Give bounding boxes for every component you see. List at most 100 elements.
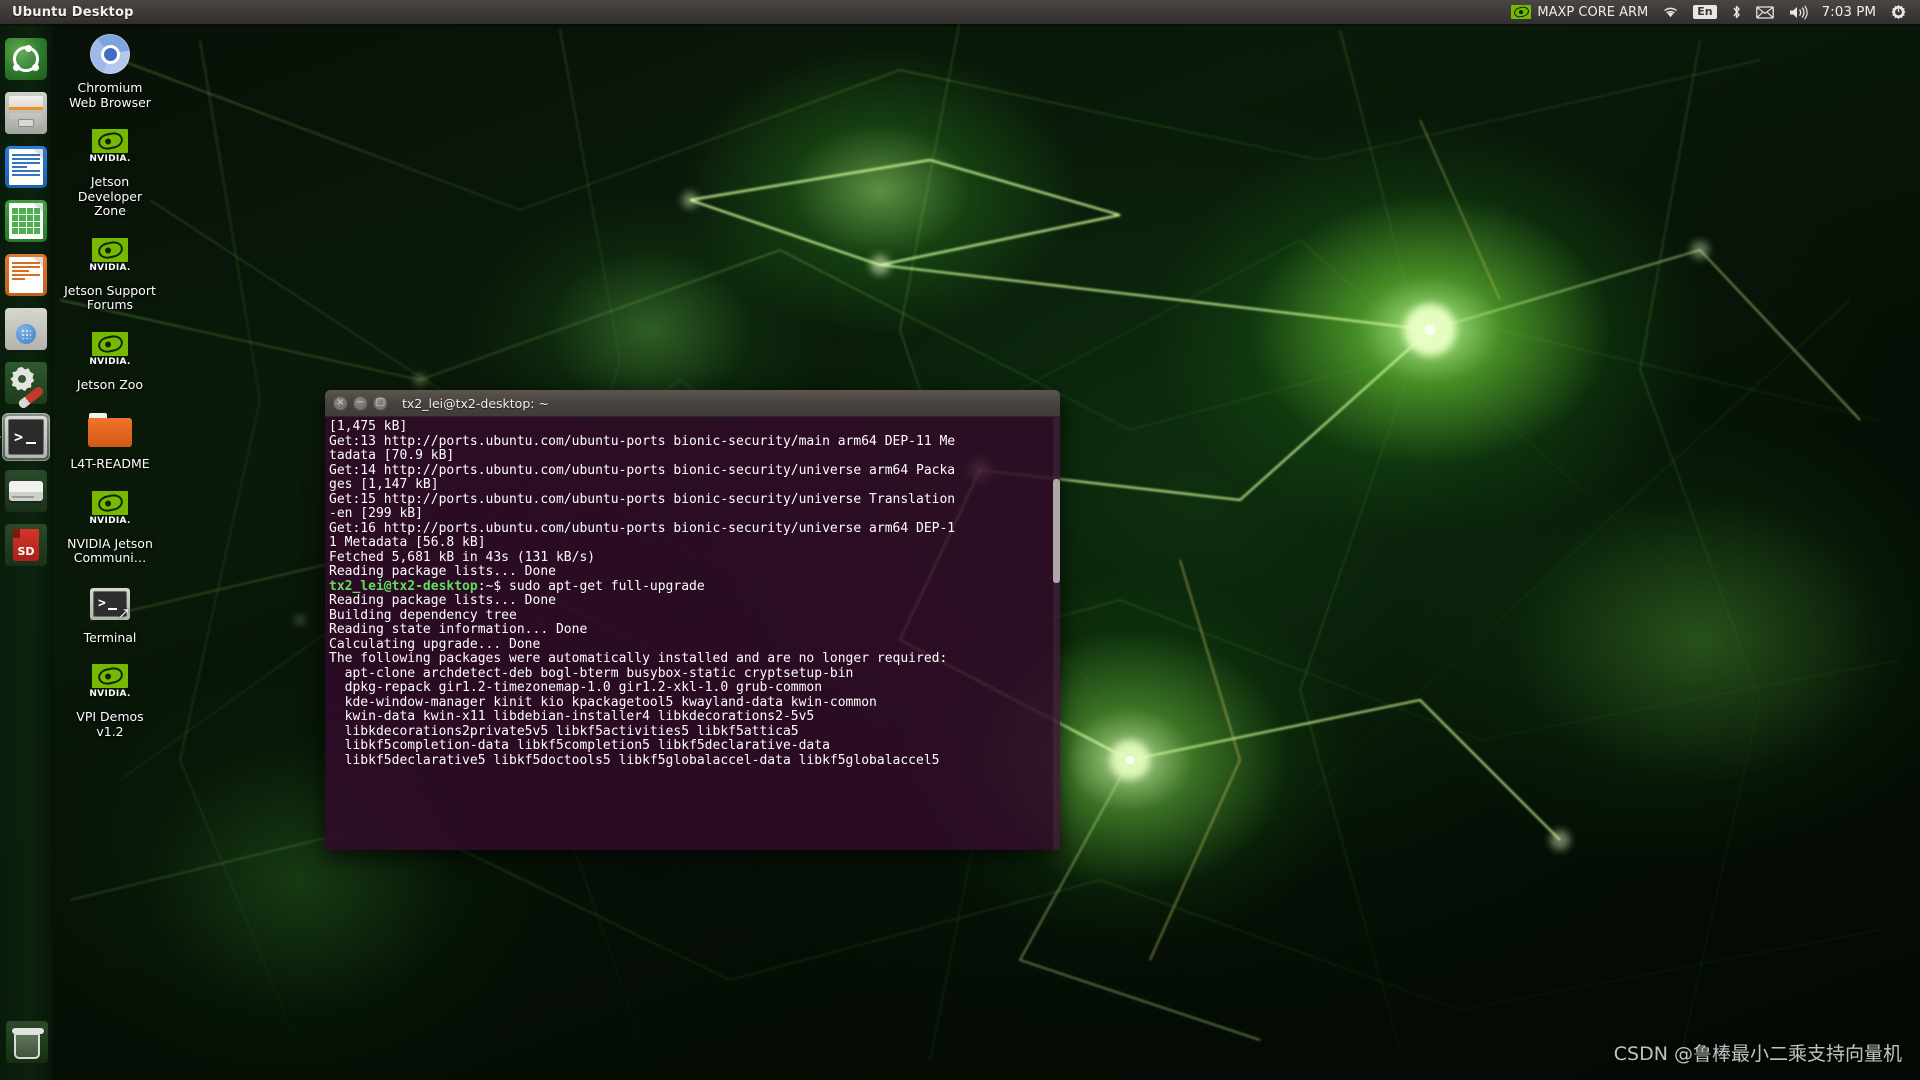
gear-wrench-icon bbox=[5, 362, 47, 410]
maximize-button[interactable]: □ bbox=[373, 395, 388, 411]
indicator-bluetooth[interactable] bbox=[1724, 0, 1749, 24]
nvidia-wordmark: NVIDIA. bbox=[89, 154, 131, 164]
panel-indicators: MAXP CORE ARM En 7:03 PM bbox=[1504, 0, 1920, 24]
terminal-line: Get:16 http://ports.ubuntu.com/ubuntu-po… bbox=[329, 520, 956, 536]
nvidia-wordmark: NVIDIA. bbox=[89, 515, 131, 526]
nvidia-label: MAXP CORE ARM bbox=[1537, 4, 1649, 20]
terminal-line: Get:13 http://ports.ubuntu.com/ubuntu-po… bbox=[329, 433, 956, 449]
document-icon bbox=[5, 146, 47, 188]
indicator-session[interactable] bbox=[1883, 0, 1914, 24]
terminal-line: Reading state information... Done bbox=[329, 622, 588, 637]
terminal-line: Fetched 5,681 kB in 43s (131 kB/s) bbox=[329, 549, 596, 565]
indicator-mail[interactable] bbox=[1749, 0, 1781, 24]
desktop-icon-label: Jetson Support Forums bbox=[64, 282, 156, 312]
launcher-item-files[interactable] bbox=[2, 89, 50, 137]
unity-launcher: SD bbox=[0, 24, 53, 1080]
terminal-line: [1,475 kB] bbox=[329, 419, 408, 434]
shopping-bag-icon bbox=[5, 308, 47, 350]
terminal-line: ges [1,147 kB] bbox=[329, 477, 439, 492]
trash-icon bbox=[5, 1021, 48, 1063]
desktop-icon-vpi-demos[interactable]: NVIDIA. VPI Demos v1.2 bbox=[62, 655, 158, 743]
csdn-watermark: CSDN @鲁棒最小二乘支持向量机 bbox=[1613, 1043, 1902, 1065]
desktop-icon-jetson-developer-zone[interactable]: NVIDIA. Jetson Developer Zone bbox=[62, 120, 158, 223]
terminal-title: tx2_lei@tx2-desktop: ~ bbox=[402, 395, 549, 411]
terminal-scrollbar[interactable] bbox=[1053, 417, 1060, 850]
terminal-line: 1 Metadata [56.8 kB] bbox=[329, 535, 486, 550]
nvidia-icon: NVIDIA. bbox=[86, 233, 134, 281]
nvidia-icon: NVIDIA. bbox=[86, 327, 134, 375]
file-cabinet-icon bbox=[5, 92, 47, 134]
terminal-prompt: tx2_lei@tx2-desktop bbox=[329, 578, 478, 594]
close-button[interactable]: × bbox=[333, 395, 348, 411]
desktop-icon-grid: Chromium Web Browser NVIDIA. Jetson Deve… bbox=[62, 26, 158, 749]
chromium-icon bbox=[86, 30, 134, 78]
desktop-icon-label: NVIDIA Jetson Communi… bbox=[67, 535, 153, 565]
desktop-icon-jetson-zoo[interactable]: NVIDIA. Jetson Zoo bbox=[62, 323, 158, 397]
indicator-keyboard[interactable]: En bbox=[1686, 0, 1723, 24]
ubuntu-logo-icon bbox=[5, 38, 47, 80]
terminal-scrollbar-thumb[interactable] bbox=[1053, 479, 1060, 583]
hard-drive-icon bbox=[5, 470, 47, 512]
launcher-item-ubuntu-dash[interactable] bbox=[2, 35, 50, 83]
nvidia-wordmark: NVIDIA. bbox=[89, 356, 131, 367]
minimize-button[interactable]: − bbox=[353, 395, 368, 411]
presentation-icon bbox=[5, 254, 47, 296]
top-panel: Ubuntu Desktop MAXP CORE ARM En 7:03 PM bbox=[0, 0, 1920, 24]
terminal-line: libkf5declarative5 libkf5doctools5 libkf… bbox=[329, 752, 940, 768]
terminal-line: Get:14 http://ports.ubuntu.com/ubuntu-po… bbox=[329, 462, 956, 478]
nvidia-icon: NVIDIA. bbox=[86, 124, 134, 172]
terminal-icon bbox=[5, 416, 47, 458]
launcher-item-ubuntu-software[interactable] bbox=[2, 305, 50, 353]
desktop-icon-l4t-readme[interactable]: L4T-README bbox=[62, 402, 158, 476]
nvidia-wordmark: NVIDIA. bbox=[89, 262, 131, 273]
launcher-item-libreoffice-writer[interactable] bbox=[2, 143, 50, 191]
spreadsheet-icon bbox=[5, 200, 47, 242]
desktop-icon-label: L4T-README bbox=[70, 456, 150, 471]
desktop-icon-terminal-shortcut[interactable]: ↗ Terminal bbox=[62, 576, 158, 650]
indicator-network[interactable] bbox=[1655, 0, 1686, 24]
terminal-titlebar[interactable]: × − □ tx2_lei@tx2-desktop: ~ bbox=[325, 390, 1060, 417]
terminal-line: Calculating upgrade... Done bbox=[329, 636, 541, 652]
terminal-window[interactable]: × − □ tx2_lei@tx2-desktop: ~ [1,475 kB] G… bbox=[325, 390, 1060, 850]
wifi-icon bbox=[1664, 7, 1678, 18]
desktop-icon-label: VPI Demos v1.2 bbox=[76, 709, 144, 739]
desktop-icon-chromium-web-browser[interactable]: Chromium Web Browser bbox=[62, 26, 158, 114]
terminal-body[interactable]: [1,475 kB] Get:13 http://ports.ubuntu.com… bbox=[325, 417, 1060, 850]
keyboard-layout-badge: En bbox=[1693, 5, 1717, 19]
launcher-item-libreoffice-impress[interactable] bbox=[2, 251, 50, 299]
terminal-line: libkf5completion-data libkf5completion5 … bbox=[329, 738, 830, 753]
terminal-line: Reading package lists... Done bbox=[329, 564, 556, 579]
launcher-item-terminal[interactable] bbox=[2, 413, 50, 461]
nvidia-icon: NVIDIA. bbox=[86, 659, 134, 707]
indicator-clock[interactable]: 7:03 PM bbox=[1815, 0, 1883, 24]
launcher-trash-area bbox=[0, 1013, 53, 1072]
desktop-icon-jetson-support-forums[interactable]: NVIDIA. Jetson Support Forums bbox=[62, 229, 158, 317]
desktop-icon-label: Terminal bbox=[83, 629, 137, 645]
shortcut-arrow-icon: ↗ bbox=[117, 603, 131, 622]
power-gear-icon bbox=[1891, 4, 1906, 19]
launcher-item-disk-drive[interactable] bbox=[2, 467, 50, 515]
desktop-icon-label: Jetson Zoo bbox=[76, 376, 144, 392]
terminal-line: Reading package lists... Done bbox=[329, 593, 556, 608]
panel-title: Ubuntu Desktop bbox=[12, 4, 134, 20]
indicator-nvidia[interactable]: MAXP CORE ARM bbox=[1504, 0, 1655, 24]
sd-card-badge: SD bbox=[13, 529, 39, 561]
desktop-icon-label: Chromium Web Browser bbox=[69, 80, 151, 110]
desktop-screen: Ubuntu Desktop MAXP CORE ARM En 7:03 PM … bbox=[0, 0, 1920, 1080]
indicator-volume[interactable] bbox=[1781, 0, 1815, 24]
sd-card-icon: SD bbox=[5, 524, 47, 566]
launcher-item-system-settings[interactable] bbox=[2, 359, 50, 410]
desktop-icon-nvidia-jetson-community[interactable]: NVIDIA. NVIDIA Jetson Communi… bbox=[62, 482, 158, 570]
nvidia-wordmark: NVIDIA. bbox=[89, 689, 131, 699]
launcher-item-trash[interactable] bbox=[3, 1018, 51, 1066]
launcher-item-libreoffice-calc[interactable] bbox=[2, 197, 50, 245]
terminal-command: :~$ sudo apt-get full-upgrade bbox=[477, 578, 705, 594]
terminal-output: [1,475 kB] Get:13 http://ports.ubuntu.com… bbox=[329, 419, 1060, 768]
volume-icon bbox=[1789, 5, 1808, 19]
launcher-item-sd-card[interactable]: SD bbox=[2, 521, 50, 569]
terminal-line: tadata [70.9 kB] bbox=[329, 448, 455, 463]
terminal-shortcut-icon: ↗ bbox=[86, 580, 134, 628]
terminal-line: kwin-data kwin-x11 libdebian-installer4 … bbox=[329, 709, 815, 724]
terminal-line: libkdecorations2private5v5 libkf5activit… bbox=[329, 723, 799, 739]
terminal-line: kde-window-manager kinit kio kpackagetoo… bbox=[329, 694, 877, 710]
